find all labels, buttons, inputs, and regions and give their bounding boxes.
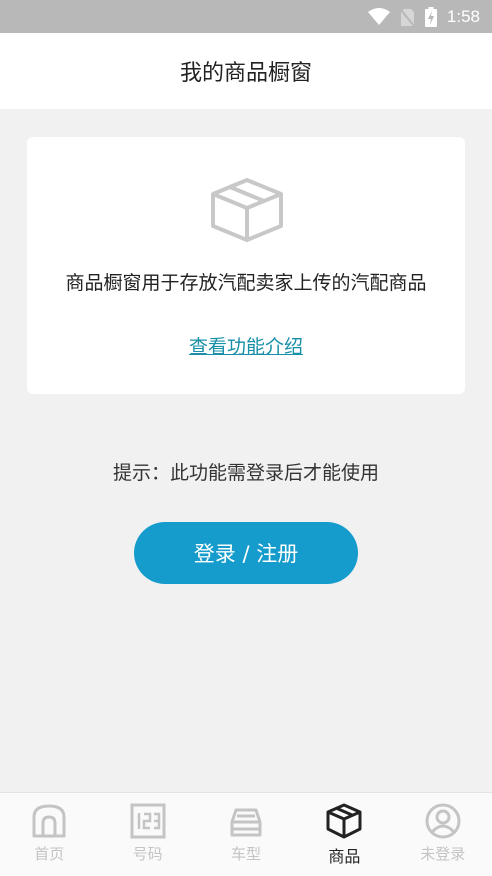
showcase-card: 商品橱窗用于存放汽配卖家上传的汽配商品 查看功能介绍: [27, 137, 465, 394]
no-sim-icon: [400, 8, 415, 27]
box-icon: [211, 178, 283, 242]
login-register-button[interactable]: 登录 / 注册: [134, 522, 358, 584]
user-icon: [425, 803, 461, 839]
home-icon: [32, 804, 66, 838]
number-icon: [130, 803, 166, 839]
page-title: 我的商品橱窗: [179, 61, 312, 86]
car-icon: [230, 808, 262, 837]
battery-charging-icon: [424, 7, 437, 27]
tab-number[interactable]: 号码: [98, 793, 196, 876]
card-description: 商品橱窗用于存放汽配卖家上传的汽配商品: [65, 272, 427, 294]
tab-home[interactable]: 首页: [0, 793, 98, 876]
bottom-tab-bar: 首页 号码 车型 商品 未登录: [0, 792, 492, 876]
tab-products[interactable]: 商品: [295, 793, 393, 876]
header: 我的商品橱窗: [0, 33, 492, 109]
tab-car[interactable]: 车型: [197, 793, 295, 876]
login-hint: 提示：此功能需登录后才能使用: [112, 462, 379, 484]
box-icon: [326, 803, 362, 839]
feature-intro-link[interactable]: 查看功能介绍: [27, 332, 465, 359]
wifi-icon: [367, 8, 390, 25]
tab-profile[interactable]: 未登录: [394, 793, 492, 876]
status-bar: 1:58: [0, 0, 492, 33]
status-time: 1:58: [446, 7, 480, 26]
